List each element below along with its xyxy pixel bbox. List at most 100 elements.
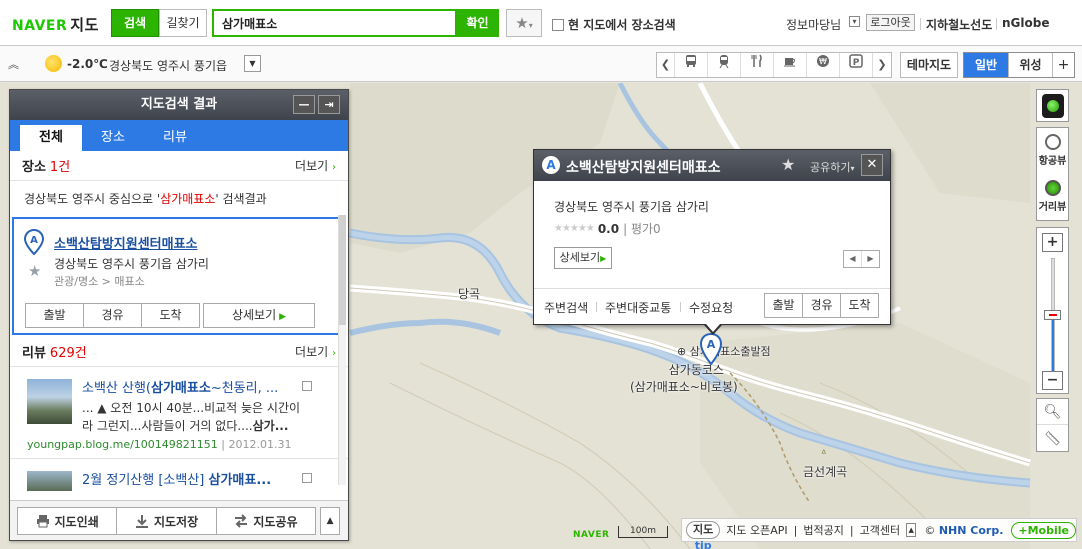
result-marker-icon: A: [24, 229, 44, 255]
nglobe-link[interactable]: nGlobe: [1002, 16, 1049, 30]
review-snippet-line2: 라 그런지...사람들이 거의 없다....: [82, 419, 253, 433]
review-source-link[interactable]: youngpap.blog.me/100149821151: [27, 438, 218, 451]
bus-icon[interactable]: [675, 53, 708, 77]
result-address: 경상북도 영주시 풍기읍 삼가리: [54, 257, 209, 271]
panel-footer: 지도인쇄 지도저장 지도공유 ▲: [10, 500, 348, 540]
location-dropdown-icon[interactable]: ▼: [244, 55, 261, 72]
copyright-brand: NHN Corp.: [938, 523, 1004, 537]
zoom-slider-handle[interactable]: [1044, 310, 1061, 320]
nearby-search-link[interactable]: 주변검색: [544, 299, 588, 316]
map-tip-button[interactable]: 지도 tip: [686, 521, 721, 549]
map-type-satellite[interactable]: 위성: [1008, 53, 1052, 77]
close-icon[interactable]: ✕: [861, 154, 883, 176]
logout-button[interactable]: 로그아웃: [866, 14, 915, 31]
review-date: 2012.01.31: [228, 438, 292, 451]
footer-expand-icon[interactable]: ▲: [906, 523, 917, 537]
review-item[interactable]: 소백산 산행(삼가매표소~천동리, ... ... ▲ 오전 10시 40분..…: [10, 367, 348, 459]
map-type-normal[interactable]: 일반: [964, 53, 1008, 77]
train-icon[interactable]: [708, 53, 741, 77]
save-map-button[interactable]: 지도저장: [116, 507, 217, 535]
expand-panel-icon[interactable]: ⇥: [318, 95, 340, 114]
parking-icon[interactable]: P: [840, 53, 873, 77]
traffic-info-button[interactable]: [1036, 89, 1069, 122]
review-thumbnail[interactable]: [27, 379, 72, 424]
review-snippet: ... ▲ 오전 10시 40분...비교적 늦은 시간이 라 그런지...사람…: [82, 399, 307, 435]
popup-title[interactable]: 소백산탐방지원센터매표소: [566, 157, 721, 177]
zoom-in-button[interactable]: +: [1042, 233, 1063, 252]
local-search-option[interactable]: 현 지도에서 장소검색: [552, 16, 676, 33]
poi-next-icon[interactable]: ❯: [873, 53, 891, 77]
map-marker-letter: A: [707, 338, 716, 351]
nearby-transit-link[interactable]: 주변대중교통: [605, 299, 671, 316]
popup-share-button[interactable]: 공유하기▾: [810, 159, 855, 175]
review-title-link[interactable]: 2월 정기산행 [소백산] 삼가매표...: [82, 469, 297, 488]
edit-request-link[interactable]: 수정요청: [689, 299, 733, 316]
review-checkbox[interactable]: [302, 381, 312, 391]
download-icon: [135, 515, 148, 528]
magnifier-icon[interactable]: 🔍︎: [1037, 399, 1068, 425]
legal-notice-link[interactable]: 법적공지: [803, 522, 843, 538]
footer-collapse-icon[interactable]: ▲: [320, 507, 341, 535]
print-map-button[interactable]: 지도인쇄: [17, 507, 118, 535]
place-more-link[interactable]: 더보기 ›: [295, 157, 336, 174]
divider: [596, 302, 597, 312]
results-scrollbar[interactable]: [338, 215, 346, 485]
subway-map-link[interactable]: 지하철노선도: [926, 16, 992, 33]
favorite-star-icon[interactable]: ★: [28, 262, 41, 280]
review-item[interactable]: 2월 정기산행 [소백산] 삼가매표...: [10, 459, 348, 499]
user-name[interactable]: 정보마당님: [786, 16, 841, 33]
sunny-weather-icon: [45, 55, 62, 72]
popup-via-button[interactable]: 경유: [802, 293, 841, 318]
zoom-out-button[interactable]: −: [1042, 371, 1063, 390]
tab-places[interactable]: 장소: [82, 125, 144, 151]
ruler-icon[interactable]: 📏︎: [1037, 426, 1068, 452]
arrive-button[interactable]: 도착: [141, 303, 200, 328]
confirm-button[interactable]: 확인: [456, 9, 499, 37]
review-thumbnail[interactable]: [27, 471, 72, 491]
result-name-link[interactable]: 소백산탐방지원센터매표소: [54, 233, 198, 252]
aerial-view-button[interactable]: 항공뷰: [1037, 134, 1068, 167]
cafe-icon[interactable]: [774, 53, 807, 77]
local-search-label: 현 지도에서 장소검색: [568, 18, 676, 32]
popup-star-icon[interactable]: ★: [781, 155, 795, 174]
review-title-link[interactable]: 소백산 산행(삼가매표소~천동리, ...: [82, 377, 297, 396]
detail-button[interactable]: 상세보기 ▶: [203, 303, 315, 328]
logo-brand: NAVER: [12, 18, 68, 34]
depart-button[interactable]: 출발: [25, 303, 84, 328]
popup-prev-icon[interactable]: ◀: [844, 251, 862, 267]
search-tab[interactable]: 검색: [111, 9, 159, 37]
open-api-link[interactable]: 지도 오픈API: [726, 522, 787, 538]
street-view-button[interactable]: 거리뷰: [1037, 180, 1068, 213]
theme-map-button[interactable]: 테마지도: [900, 52, 958, 78]
popup-arrive-button[interactable]: 도착: [840, 293, 879, 318]
map-marker-a[interactable]: A: [700, 333, 722, 365]
poi-prev-icon[interactable]: ❮: [657, 53, 675, 77]
popup-next-icon[interactable]: ▶: [862, 251, 879, 267]
popup-depart-button[interactable]: 출발: [764, 293, 803, 318]
scrollbar-thumb[interactable]: [339, 215, 346, 325]
popup-rating: ★★★★★ 0.0 | 평가0: [554, 220, 661, 237]
place-result-item[interactable]: A ★ 소백산탐방지원센터매표소 경상북도 영주시 풍기읍 삼가리 관광/명소 …: [12, 217, 346, 335]
rating-stars-icon: ★★★★★: [554, 223, 595, 234]
customer-center-link[interactable]: 고객센터: [860, 522, 900, 538]
local-search-checkbox[interactable]: [552, 18, 564, 31]
aerial-view-label: 항공뷰: [1038, 156, 1067, 167]
tab-reviews[interactable]: 리뷰: [144, 125, 206, 151]
share-map-button[interactable]: 지도공유: [215, 507, 317, 535]
tab-all[interactable]: 전체: [20, 125, 82, 151]
via-button[interactable]: 경유: [83, 303, 142, 328]
review-more-link[interactable]: 더보기 ›: [295, 343, 336, 360]
user-menu-chevron-icon[interactable]: ▾: [849, 16, 860, 27]
route-tab[interactable]: 길찾기: [159, 9, 207, 37]
restaurant-icon[interactable]: [741, 53, 774, 77]
popup-detail-button[interactable]: 상세보기▶: [554, 247, 612, 269]
review-checkbox[interactable]: [302, 473, 312, 483]
collapse-chevron-icon[interactable]: ︽: [8, 56, 19, 72]
mobile-link[interactable]: +Mobile: [1011, 521, 1076, 539]
bank-icon[interactable]: ₩: [807, 53, 840, 77]
naver-map-logo[interactable]: NAVER 지도: [12, 14, 99, 35]
search-input[interactable]: [212, 9, 457, 37]
favorites-button[interactable]: ★▾: [506, 9, 542, 37]
minimize-icon[interactable]: —: [293, 95, 315, 114]
map-type-more[interactable]: +: [1052, 53, 1074, 77]
